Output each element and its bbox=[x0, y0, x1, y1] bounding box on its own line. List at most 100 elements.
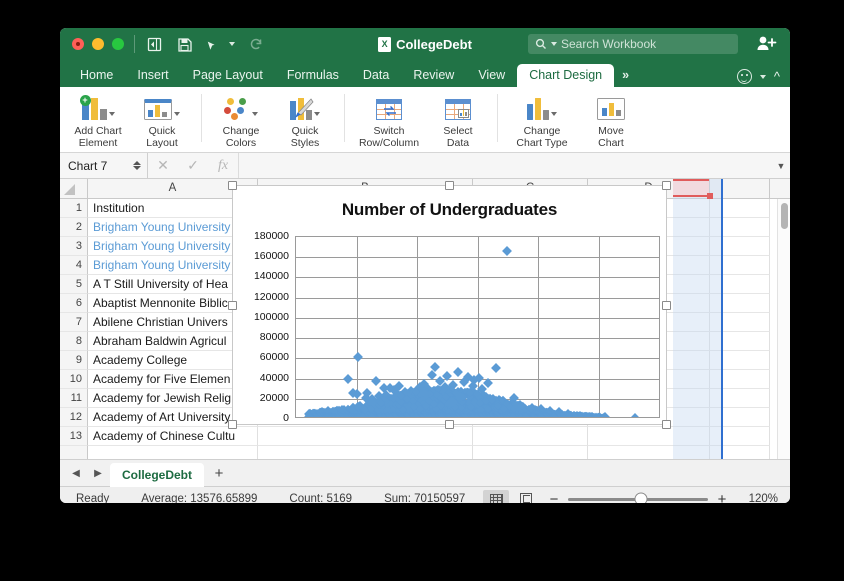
row-header[interactable]: 6 bbox=[60, 294, 88, 313]
cell-e[interactable] bbox=[710, 275, 770, 294]
cell-b[interactable] bbox=[258, 427, 473, 446]
quick-layout-icon bbox=[144, 94, 180, 124]
page-layout-view-icon[interactable] bbox=[513, 490, 539, 503]
minimize-window-button[interactable] bbox=[92, 38, 104, 50]
grid-view-icon[interactable] bbox=[483, 490, 510, 503]
scrollbar-thumb[interactable] bbox=[781, 203, 788, 229]
chart-resize-handle[interactable] bbox=[445, 420, 454, 429]
row-header[interactable]: 12 bbox=[60, 408, 88, 427]
tab-home[interactable]: Home bbox=[68, 64, 125, 87]
row-header[interactable]: 2 bbox=[60, 218, 88, 237]
tab-data[interactable]: Data bbox=[351, 64, 401, 87]
select-data-button[interactable]: Select Data bbox=[426, 92, 490, 149]
row-header[interactable] bbox=[60, 446, 88, 459]
zoom-slider-thumb[interactable] bbox=[634, 492, 648, 503]
chevron-left-icon[interactable]: ◀ bbox=[66, 468, 86, 479]
ribbon-overflow-button[interactable]: » bbox=[614, 64, 637, 87]
tab-view[interactable]: View bbox=[466, 64, 517, 87]
row-header[interactable]: 8 bbox=[60, 332, 88, 351]
undo-icon[interactable] bbox=[205, 35, 223, 53]
move-chart-button[interactable]: Move Chart bbox=[579, 92, 643, 149]
save-icon[interactable] bbox=[175, 35, 193, 53]
add-sheet-button[interactable]: + bbox=[206, 465, 232, 482]
change-chart-type-button[interactable]: Change Chart Type bbox=[505, 92, 579, 149]
switch-row-column-button[interactable]: Switch Row/Column bbox=[352, 92, 426, 149]
smiley-icon[interactable] bbox=[736, 69, 752, 84]
close-window-button[interactable] bbox=[72, 38, 84, 50]
chart-resize-handle[interactable] bbox=[662, 300, 671, 310]
row-header[interactable]: 5 bbox=[60, 275, 88, 294]
zoom-in-button[interactable]: + bbox=[716, 491, 728, 504]
cell-d[interactable] bbox=[588, 427, 710, 446]
name-box[interactable]: Chart 7 bbox=[60, 153, 148, 178]
cell-e[interactable] bbox=[710, 370, 770, 389]
search-input[interactable]: Search Workbook bbox=[528, 34, 738, 54]
undo-dropdown-icon[interactable] bbox=[229, 42, 235, 46]
fx-icon[interactable]: fx bbox=[208, 158, 238, 174]
tab-chart-design[interactable]: Chart Design bbox=[517, 64, 615, 87]
scatter-plot[interactable] bbox=[295, 236, 660, 418]
quick-styles-button[interactable]: Quick Styles bbox=[273, 92, 337, 149]
maximize-window-button[interactable] bbox=[112, 38, 124, 50]
tab-formulas[interactable]: Formulas bbox=[275, 64, 351, 87]
name-box-stepper[interactable] bbox=[133, 161, 141, 170]
cell-c[interactable] bbox=[473, 446, 588, 459]
quick-layout-button[interactable]: Quick Layout bbox=[130, 92, 194, 149]
chart-resize-handle[interactable] bbox=[662, 420, 671, 429]
collapse-ribbon-icon[interactable]: ^ bbox=[774, 70, 780, 83]
row-header[interactable]: 10 bbox=[60, 370, 88, 389]
cell-e[interactable] bbox=[710, 313, 770, 332]
cell-e[interactable] bbox=[710, 237, 770, 256]
cell-e[interactable] bbox=[710, 351, 770, 370]
cell-e[interactable] bbox=[710, 294, 770, 313]
search-placeholder: Search Workbook bbox=[561, 37, 657, 51]
column-header-e[interactable] bbox=[710, 179, 770, 198]
cell-e[interactable] bbox=[710, 332, 770, 351]
sheet-tab-collegedebt[interactable]: CollegeDebt bbox=[110, 462, 205, 487]
cell-b[interactable] bbox=[258, 446, 473, 459]
select-all-button[interactable] bbox=[60, 179, 88, 198]
tab-page-layout[interactable]: Page Layout bbox=[181, 64, 275, 87]
share-button[interactable] bbox=[756, 34, 778, 54]
tab-review[interactable]: Review bbox=[401, 64, 466, 87]
row-header[interactable]: 9 bbox=[60, 351, 88, 370]
cell-e[interactable] bbox=[710, 199, 770, 218]
row-header[interactable]: 13 bbox=[60, 427, 88, 446]
cell-e[interactable] bbox=[710, 408, 770, 427]
zoom-slider[interactable] bbox=[568, 492, 708, 503]
change-chart-type-label: Change Chart Type bbox=[516, 125, 568, 149]
cell-e[interactable] bbox=[710, 256, 770, 275]
tab-insert[interactable]: Insert bbox=[125, 64, 180, 87]
chart-resize-handle[interactable] bbox=[662, 181, 671, 190]
cell-e[interactable] bbox=[710, 446, 770, 459]
change-colors-button[interactable]: Change Colors bbox=[209, 92, 273, 149]
formula-expand-icon[interactable]: ▼ bbox=[772, 161, 790, 171]
vertical-scrollbar[interactable] bbox=[777, 199, 790, 459]
row-header[interactable]: 4 bbox=[60, 256, 88, 275]
cell-a[interactable] bbox=[88, 446, 258, 459]
cell-c[interactable] bbox=[473, 427, 588, 446]
add-chart-element-button[interactable]: + Add Chart Element bbox=[66, 92, 130, 149]
chart-resize-handle[interactable] bbox=[228, 420, 237, 429]
row-header[interactable]: 3 bbox=[60, 237, 88, 256]
chart-object[interactable]: Number of Undergraduates 0 20000 40000 6000… bbox=[228, 181, 671, 429]
cell-e[interactable] bbox=[710, 218, 770, 237]
row-header[interactable]: 11 bbox=[60, 389, 88, 408]
row-header[interactable]: 1 bbox=[60, 199, 88, 218]
row-header[interactable]: 7 bbox=[60, 313, 88, 332]
chart-resize-handle[interactable] bbox=[228, 181, 237, 190]
chevron-right-icon[interactable]: ▶ bbox=[88, 468, 108, 479]
formula-input[interactable] bbox=[238, 153, 772, 178]
cell-d[interactable] bbox=[588, 446, 710, 459]
cell-e[interactable] bbox=[710, 389, 770, 408]
new-sheet-icon[interactable] bbox=[145, 35, 163, 53]
chart-title[interactable]: Number of Undergraduates bbox=[233, 200, 666, 220]
search-scope-chevron-icon[interactable] bbox=[551, 42, 557, 46]
check-icon[interactable]: ✓ bbox=[178, 157, 208, 174]
chevron-down-icon[interactable] bbox=[759, 74, 766, 79]
chart-resize-handle[interactable] bbox=[445, 181, 454, 190]
cell-e[interactable] bbox=[710, 427, 770, 446]
zoom-out-button[interactable]: − bbox=[548, 491, 560, 504]
cancel-icon[interactable]: ✕ bbox=[148, 157, 178, 174]
cell-a[interactable]: Academy of Chinese Cultu bbox=[88, 427, 258, 446]
